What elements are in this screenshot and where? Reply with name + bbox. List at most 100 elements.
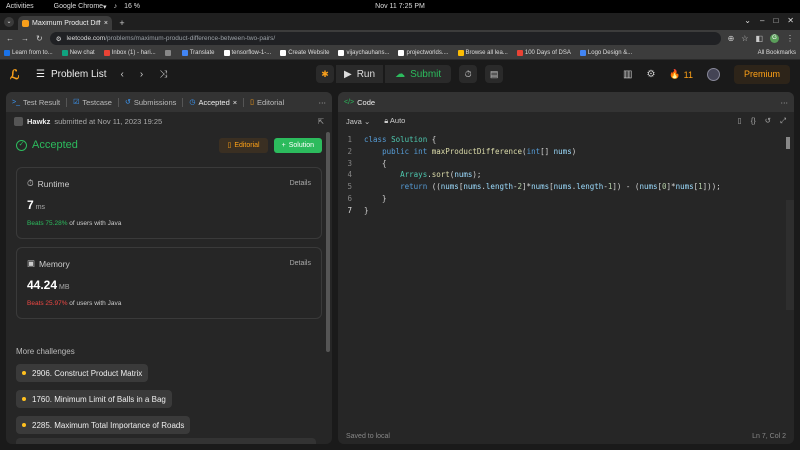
more-options-icon[interactable]: ⋯ <box>781 98 789 107</box>
tab-submissions[interactable]: ↺ Submissions <box>125 98 176 107</box>
problem-list-link[interactable]: ☰ Problem List <box>36 69 107 80</box>
memory-details-link[interactable]: Details <box>290 260 311 267</box>
user-avatar[interactable] <box>706 68 720 81</box>
shuffle-icon[interactable]: ⤨ <box>159 69 167 80</box>
bookmark-label: vijaychauhans... <box>346 50 390 56</box>
activities-button[interactable]: Activities <box>6 3 34 10</box>
clock[interactable]: Nov 11 7:25 PM <box>375 3 425 10</box>
maximize-icon[interactable]: □ <box>773 16 778 25</box>
bookmark-label: tensorflow-1-... <box>231 50 272 56</box>
tab-testcase[interactable]: ☑ Testcase <box>73 98 112 107</box>
bookmark-item[interactable]: projectworlds.... <box>398 50 449 56</box>
tab-editorial[interactable]: ▯ Editorial <box>250 98 284 107</box>
profile-avatar[interactable]: G <box>770 34 779 43</box>
forward-icon[interactable]: → <box>21 34 29 43</box>
extensions-icon[interactable]: ◧ <box>755 34 763 43</box>
chevron-down-icon[interactable]: ⌄ <box>744 16 751 25</box>
bookmark-item[interactable]: 100 Days of DSA <box>516 50 571 56</box>
close-tab-icon[interactable]: × <box>104 20 108 27</box>
leetcode-logo-icon[interactable]: ℒ <box>10 67 24 82</box>
solution-button[interactable]: + Solution <box>273 137 322 153</box>
tab-search-icon[interactable]: ⌄ <box>4 17 14 27</box>
editor-scrollbar[interactable] <box>786 137 790 149</box>
bookmark-icon[interactable]: ▯ <box>738 116 742 126</box>
bookmark-item[interactable] <box>164 50 173 56</box>
app-name[interactable]: Google Chrome <box>54 3 103 10</box>
bookmark-favicon-icon <box>398 50 405 56</box>
editor-status-bar: Saved to local Ln 7, Col 2 <box>338 428 794 444</box>
submit-button[interactable]: ☁ Submit <box>385 65 452 83</box>
challenge-item[interactable]: 2906. Construct Product Matrix <box>16 364 149 382</box>
next-problem-icon[interactable]: › <box>140 69 143 80</box>
bookmark-item[interactable]: Browse all lea... <box>457 50 508 56</box>
url-bar[interactable]: ⚙ leetcode.com/problems/maximum-product-… <box>49 32 721 45</box>
book-icon: ▯ <box>250 99 255 106</box>
more-options-icon[interactable]: ⋯ <box>319 98 327 107</box>
reload-icon[interactable]: ↻ <box>36 34 43 43</box>
chevron-down-icon: ⌄ <box>363 116 371 126</box>
clock-icon: ◷ <box>189 99 196 106</box>
runtime-beats: Beats 75.28% <box>27 220 68 227</box>
new-tab-icon[interactable]: + <box>117 18 127 28</box>
challenge-item[interactable]: 1760. Minimum Limit of Balls in a Bag <box>16 390 172 408</box>
language-select[interactable]: Java ⌄ <box>346 117 370 126</box>
bookmark-item[interactable]: Learn from to... <box>4 50 53 56</box>
run-button[interactable]: ▶ Run <box>336 65 384 83</box>
bookmark-item[interactable]: vijaychauhans... <box>338 50 389 56</box>
bookmark-item[interactable]: Create Website <box>280 50 329 56</box>
all-bookmarks[interactable]: All Bookmarks <box>758 50 796 56</box>
code-line: 3 { <box>338 158 794 170</box>
braces-icon[interactable]: {} <box>751 116 756 126</box>
menu-icon[interactable]: ⋮ <box>786 34 794 43</box>
bookmark-item[interactable]: Translate <box>181 50 215 56</box>
history-icon: ↺ <box>124 99 131 106</box>
premium-button[interactable]: Premium <box>733 65 790 84</box>
prev-problem-icon[interactable]: ‹ <box>121 69 124 80</box>
tab-code-label: Code <box>357 97 376 107</box>
solution-button-label: Solution <box>288 141 314 149</box>
close-window-icon[interactable]: ✕ <box>787 16 794 25</box>
editor-side-scrollbar[interactable] <box>786 200 794 310</box>
site-info-icon[interactable]: ⚙ <box>56 35 62 43</box>
network-icon[interactable]: ▾ <box>103 3 107 11</box>
bookmark-item[interactable]: Logo Design &... <box>579 50 632 56</box>
volume-icon[interactable]: ♪ <box>114 3 118 11</box>
layout-icon[interactable]: ▥ <box>623 69 632 80</box>
streak-counter[interactable]: 🔥 11 <box>669 69 693 80</box>
bookmark-item[interactable]: New chat <box>61 50 95 56</box>
leetcode-navbar: ℒ ☰ Problem List ‹ › ⤨ ✱ ▶ Run ☁ Submit … <box>0 60 800 89</box>
reset-icon[interactable]: ↺ <box>765 116 771 126</box>
plus-icon: + <box>281 141 286 149</box>
minimize-icon[interactable]: – <box>760 16 764 25</box>
bookmark-label: New chat <box>69 50 95 56</box>
editorial-button[interactable]: ▯ Editorial <box>219 137 268 153</box>
notes-icon[interactable]: ▤ <box>485 65 504 83</box>
settings-icon[interactable]: ⚙ <box>646 69 655 80</box>
memory-card[interactable]: ▣ Memory Details 44.24 MB Beats 25.97% of … <box>16 247 322 319</box>
zoom-icon[interactable]: ⊕ <box>728 34 735 43</box>
share-icon[interactable]: ⇱ <box>318 117 324 126</box>
bookmark-favicon-icon <box>103 50 110 56</box>
runtime-card[interactable]: ⏱ Runtime Details 7 ms Beats 75.28% of use… <box>16 167 322 239</box>
tab-accepted[interactable]: ◷ Accepted × <box>189 98 237 107</box>
auto-mode[interactable]: 🔒︎ Auto <box>384 116 405 126</box>
browser-tab[interactable]: Maximum Product Diffe × <box>18 16 112 30</box>
fullscreen-icon[interactable]: ⤢ <box>780 116 786 126</box>
back-icon[interactable]: ← <box>6 34 14 43</box>
challenge-item[interactable]: 2285. Maximum Total Importance of Roads <box>16 416 191 434</box>
debug-icon[interactable]: ✱ <box>316 65 334 83</box>
bookmark-label: Translate <box>189 50 215 56</box>
tab-divider <box>66 97 68 107</box>
panel-scrollbar[interactable] <box>326 132 330 352</box>
close-tab-accepted-icon[interactable]: × <box>233 98 237 107</box>
bookmark-item[interactable]: tensorflow-1-... <box>223 50 272 56</box>
username[interactable]: Hawkz <box>27 117 50 126</box>
bookmark-item[interactable]: Inbox (1) - hari... <box>103 50 156 56</box>
bookmark-star-icon[interactable]: ☆ <box>741 34 748 43</box>
tab-code[interactable]: </> Code <box>344 98 375 107</box>
runtime-details-link[interactable]: Details <box>290 180 311 187</box>
code-editor[interactable]: 1 class Solution { 2 public int maxProduc… <box>338 130 794 217</box>
tab-test-result[interactable]: >_ Test Result <box>12 98 60 107</box>
battery-level[interactable]: 16 % <box>124 3 140 11</box>
timer-icon[interactable]: ⏱ <box>459 65 478 83</box>
